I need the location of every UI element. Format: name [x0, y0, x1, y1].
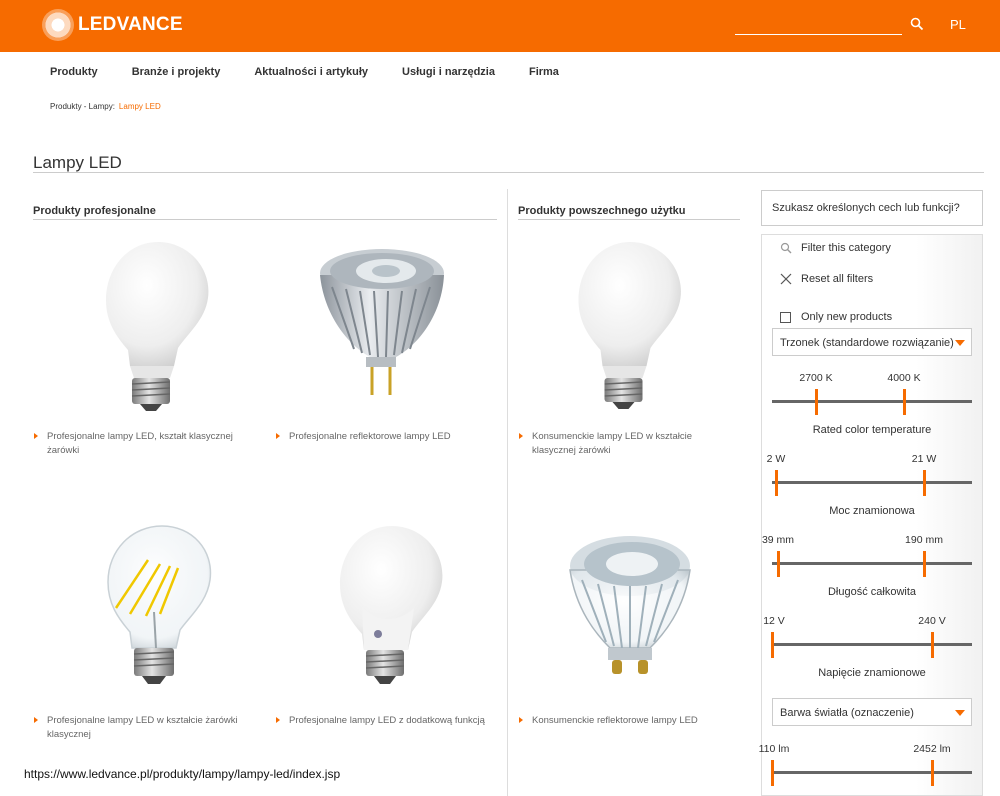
logo[interactable]: LEDVANCE: [42, 9, 183, 41]
column-divider: [507, 189, 508, 796]
language-switch[interactable]: PL: [950, 17, 966, 32]
range-min-value: 12 V: [763, 615, 785, 627]
nav-item-branze[interactable]: Branże i projekty: [132, 66, 221, 78]
range-max-value: 2452 lm: [913, 743, 951, 755]
range-track[interactable]: [772, 481, 972, 484]
range-max-value: 4000 K: [887, 372, 921, 384]
breadcrumb-parent[interactable]: Produkty - Lampy:: [50, 102, 115, 111]
product-image-classic-bulb[interactable]: [70, 238, 220, 413]
range-max-value: 240 V: [918, 615, 946, 627]
breadcrumb: Produkty - Lampy: Lampy LED: [50, 102, 161, 111]
brand-name: LEDVANCE: [78, 14, 183, 35]
filter-panel: Filter this category Reset all filters O…: [758, 234, 983, 796]
reset-filters-button[interactable]: Reset all filters: [780, 273, 873, 285]
range-handle-max[interactable]: [931, 632, 934, 658]
breadcrumb-current: Lampy LED: [118, 102, 161, 111]
reset-filters-label: Reset all filters: [801, 273, 874, 285]
page-title: Lampy LED: [33, 153, 122, 172]
logo-icon: [42, 9, 74, 41]
range-handle-max[interactable]: [903, 389, 906, 415]
range-handle-min[interactable]: [777, 551, 780, 577]
color-select-value: Barwa światła (oznaczenie): [780, 707, 914, 719]
filter-question: Szukasz określonych cech lub funkcji?: [761, 190, 983, 226]
only-new-checkbox-row[interactable]: Only new products: [780, 311, 892, 323]
section-title-consumer: Produkty powszechnego użytku: [518, 205, 686, 217]
filter-category-label: Filter this category: [801, 242, 891, 254]
product-image-sensor-bulb[interactable]: [304, 522, 454, 692]
product-link[interactable]: Konsumenckie lampy LED w kształcie klasy…: [518, 430, 738, 458]
nav-item-firma[interactable]: Firma: [529, 66, 559, 78]
range-handle-max[interactable]: [923, 551, 926, 577]
product-image-mr16-reflector[interactable]: [300, 245, 460, 405]
range-label: Moc znamionowa: [829, 505, 915, 517]
color-select[interactable]: Barwa światła (oznaczenie): [772, 698, 972, 726]
chevron-down-icon: [955, 710, 965, 716]
product-link[interactable]: Profesjonalne reflektorowe lampy LED: [275, 430, 495, 444]
base-select[interactable]: Trzonek (standardowe rozwiązanie): [772, 328, 972, 356]
only-new-checkbox[interactable]: [780, 311, 791, 323]
range-label: Rated color temperature: [812, 424, 932, 436]
range-min-value: 2700 K: [799, 372, 833, 384]
search-input[interactable]: [735, 34, 902, 35]
search-icon[interactable]: [910, 17, 924, 31]
product-link[interactable]: Profesjonalne lampy LED, kształt klasycz…: [33, 430, 253, 458]
range-track[interactable]: [772, 643, 972, 646]
title-divider: [33, 172, 984, 173]
range-min-value: 39 mm: [761, 534, 795, 546]
site-header: LEDVANCE PL: [0, 0, 1000, 52]
range-min-value: 2 W: [766, 453, 786, 465]
product-image-gu10-reflector[interactable]: [546, 530, 706, 690]
only-new-label: Only new products: [801, 311, 893, 323]
range-track[interactable]: [772, 562, 972, 565]
product-link[interactable]: Profesjonalne lampy LED z dodatkową funk…: [275, 714, 495, 728]
product-link[interactable]: Profesjonalne lampy LED w kształcie żaró…: [33, 714, 253, 742]
range-max-value: 190 mm: [905, 534, 943, 546]
close-icon: [780, 273, 792, 285]
range-label: Długość całkowita: [827, 586, 917, 598]
filter-category-button[interactable]: Filter this category: [780, 242, 891, 254]
nav-item-aktualnosci[interactable]: Aktualności i artykuły: [254, 66, 368, 78]
page-url: https://www.ledvance.pl/produkty/lampy/l…: [24, 767, 341, 781]
base-select-value: Trzonek (standardowe rozwiązanie): [780, 337, 954, 349]
range-handle-min[interactable]: [771, 760, 774, 786]
product-image-consumer-bulb[interactable]: [530, 238, 705, 413]
range-handle-max[interactable]: [923, 470, 926, 496]
nav-item-uslugi[interactable]: Usługi i narzędzia: [402, 66, 495, 78]
search-icon: [780, 242, 792, 254]
product-image-filament-bulb[interactable]: [74, 522, 224, 692]
main-nav: Produkty Branże i projekty Aktualności i…: [50, 66, 593, 78]
range-handle-min[interactable]: [775, 470, 778, 496]
range-track[interactable]: [772, 400, 972, 403]
product-link[interactable]: Konsumenckie reflektorowe lampy LED: [518, 714, 738, 728]
range-max-value: 21 W: [911, 453, 937, 465]
section-divider: [33, 219, 497, 220]
range-handle-min[interactable]: [771, 632, 774, 658]
nav-item-produkty[interactable]: Produkty: [50, 66, 98, 78]
chevron-down-icon: [955, 340, 965, 346]
section-divider: [518, 219, 740, 220]
range-handle-max[interactable]: [931, 760, 934, 786]
range-track[interactable]: [772, 771, 972, 774]
range-label: Napięcie znamionowe: [818, 667, 926, 679]
range-handle-min[interactable]: [815, 389, 818, 415]
section-title-professional: Produkty profesjonalne: [33, 205, 156, 217]
range-min-value: 110 lm: [758, 743, 790, 755]
